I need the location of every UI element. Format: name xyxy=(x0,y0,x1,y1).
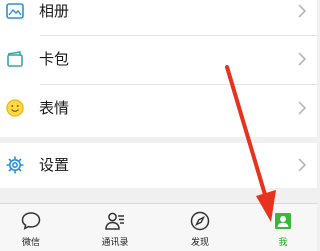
chat-bubble-icon xyxy=(21,212,41,230)
gear-icon xyxy=(6,156,24,174)
menu-item-label: 卡包 xyxy=(39,50,70,68)
tab-label: 我 xyxy=(278,238,288,248)
tab-contacts[interactable]: 通讯录 xyxy=(90,204,140,251)
tab-label: 发现 xyxy=(190,238,209,248)
tab-label: 微信 xyxy=(21,238,40,248)
tab-me[interactable]: 我 xyxy=(258,204,308,251)
smiley-icon xyxy=(6,99,24,117)
divider xyxy=(40,35,317,36)
compass-icon xyxy=(190,211,210,231)
menu-group-settings: 设置 xyxy=(0,143,317,188)
chevron-right-icon xyxy=(298,4,307,18)
divider xyxy=(40,84,317,85)
chevron-right-icon xyxy=(298,158,307,172)
tab-label: 通讯录 xyxy=(101,238,129,248)
tab-wechat[interactable]: 微信 xyxy=(6,204,56,251)
bottom-tab-bar: 微信 通讯录 发现 我 xyxy=(0,203,317,251)
chevron-right-icon xyxy=(298,52,307,66)
menu-item-album[interactable]: 相册 xyxy=(0,0,317,34)
contacts-icon xyxy=(105,212,124,230)
tab-discover[interactable]: 发现 xyxy=(175,204,225,251)
me-icon xyxy=(275,213,291,229)
menu-item-label: 表情 xyxy=(39,99,70,117)
menu-item-label: 相册 xyxy=(39,2,70,20)
card-wallet-icon xyxy=(7,51,23,67)
menu-item-label: 设置 xyxy=(39,156,70,174)
menu-item-card-wallet[interactable]: 卡包 xyxy=(0,37,317,82)
menu-item-settings[interactable]: 设置 xyxy=(0,143,317,188)
album-icon xyxy=(6,3,24,19)
menu-item-stickers[interactable]: 表情 xyxy=(0,86,317,131)
chevron-right-icon xyxy=(298,101,307,115)
menu-group-primary: 相册 卡包 表情 xyxy=(0,0,317,137)
